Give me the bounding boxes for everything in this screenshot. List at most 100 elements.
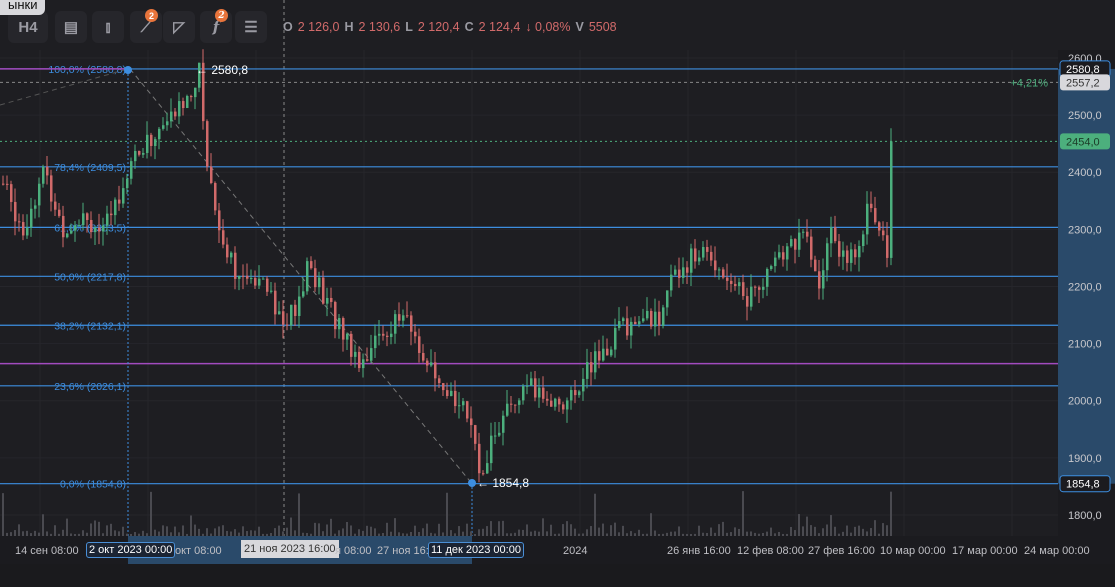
candle-body — [446, 390, 449, 397]
price-tag-last: 2454,0 — [1066, 136, 1100, 148]
volume-bar — [870, 528, 872, 536]
x-tick-label: 27 ноя 16: — [377, 545, 429, 557]
volume-bar — [206, 528, 208, 536]
candle-body — [618, 321, 621, 328]
candle-body — [698, 257, 701, 262]
candle-body — [366, 359, 369, 361]
candle-body — [110, 213, 113, 216]
volume-bar — [222, 525, 224, 536]
candle-body — [74, 225, 77, 231]
candle-body — [558, 398, 561, 405]
candle-body — [546, 398, 549, 401]
volume-bar — [566, 521, 568, 536]
volume-bar — [326, 524, 328, 536]
candle-body — [462, 401, 465, 406]
volume-bar — [826, 524, 828, 536]
candle-body — [206, 121, 209, 167]
volume-bar — [614, 522, 616, 536]
volume-bar — [90, 523, 92, 536]
candle-body — [270, 290, 273, 292]
volume-bar — [278, 525, 280, 536]
candle-body — [790, 239, 793, 247]
chart-plot[interactable]: 2600,02500,02400,02300,02200,02100,02000… — [0, 0, 1115, 587]
candle-body — [190, 96, 193, 98]
x-tick-label: 10 мар 00:00 — [880, 545, 946, 557]
candles-icon[interactable]: ⫾ — [92, 11, 124, 43]
volume-bar — [890, 491, 892, 536]
candle-body — [146, 134, 149, 153]
low-value: 2 120,4 — [417, 20, 460, 34]
volume-bar — [394, 518, 396, 536]
volume-bar — [258, 526, 260, 536]
price-selection-band — [1058, 68, 1115, 484]
volume-bar — [318, 523, 320, 536]
candle-body — [854, 249, 857, 258]
candle-body — [870, 203, 873, 209]
candle-body — [30, 208, 33, 228]
time-axis[interactable]: 14 сен 08:00 2 окт 2023 00:00 окт 08:00 21 … — [0, 536, 1115, 564]
candle-body — [6, 183, 9, 185]
volume-bar — [366, 525, 368, 536]
script-icon[interactable]: ▤ — [55, 11, 87, 43]
volume-bar — [718, 524, 720, 536]
candle-body — [374, 335, 377, 349]
volume-bar — [422, 528, 424, 536]
volume-bar — [798, 514, 800, 536]
candle-body — [842, 250, 845, 257]
candle-body — [730, 280, 733, 284]
candle-body — [874, 208, 877, 223]
volume-bar — [218, 526, 220, 536]
candle-body — [690, 248, 693, 273]
candle-body — [306, 261, 309, 292]
candle-body — [622, 318, 625, 322]
candle-body — [78, 225, 81, 227]
candle-body — [250, 277, 253, 279]
x-tick-label: я 08:00 — [335, 545, 372, 557]
candle-body — [490, 435, 493, 464]
volume-bar — [886, 525, 888, 536]
volume-bar — [374, 528, 376, 536]
volume-bar — [502, 520, 504, 536]
candle-body — [598, 351, 601, 361]
volume-bar — [574, 528, 576, 536]
candle-body — [570, 390, 573, 401]
volume-bar — [830, 515, 832, 536]
candle-body — [174, 111, 177, 117]
candle-body — [542, 387, 545, 399]
volume-bar — [174, 526, 176, 536]
settings-sliders-icon[interactable]: ☰ — [235, 11, 267, 43]
candle-body — [58, 209, 61, 216]
candle-body — [814, 259, 817, 272]
interval-button[interactable]: H4 — [8, 11, 48, 43]
candle-body — [22, 222, 25, 236]
candle-body — [794, 239, 797, 250]
volume-bar — [738, 528, 740, 536]
candle-body — [454, 390, 457, 407]
tooltip: ынки — [0, 0, 46, 15]
candle-body — [882, 230, 885, 236]
indicators-icon[interactable]: ⟋ 2 — [130, 9, 162, 43]
candle-body — [286, 324, 289, 326]
drawing-icon[interactable]: ◸ — [163, 11, 195, 43]
volume-bar — [54, 525, 56, 536]
candle-body — [654, 311, 657, 327]
volume-bar — [122, 526, 124, 536]
candle-body — [34, 205, 37, 209]
candle-body — [422, 352, 425, 361]
volume-bar — [458, 526, 460, 536]
volume-bar — [110, 523, 112, 536]
y-tick-label: 2300,0 — [1068, 224, 1102, 236]
candle-body — [406, 315, 409, 317]
candle-body — [662, 307, 665, 326]
candle-body — [510, 403, 513, 405]
x-tick-label: 12 фев 08:00 — [737, 545, 804, 557]
fx-icon[interactable]: f2 — [200, 9, 232, 43]
candle-body — [2, 183, 5, 185]
candle-body — [430, 362, 433, 366]
volume-bar — [542, 518, 544, 536]
candle-body — [534, 378, 537, 398]
candle-body — [302, 291, 305, 297]
high-value: 2 130,6 — [358, 20, 401, 34]
bottom-panel — [0, 564, 1115, 587]
volume-bar — [550, 524, 552, 536]
